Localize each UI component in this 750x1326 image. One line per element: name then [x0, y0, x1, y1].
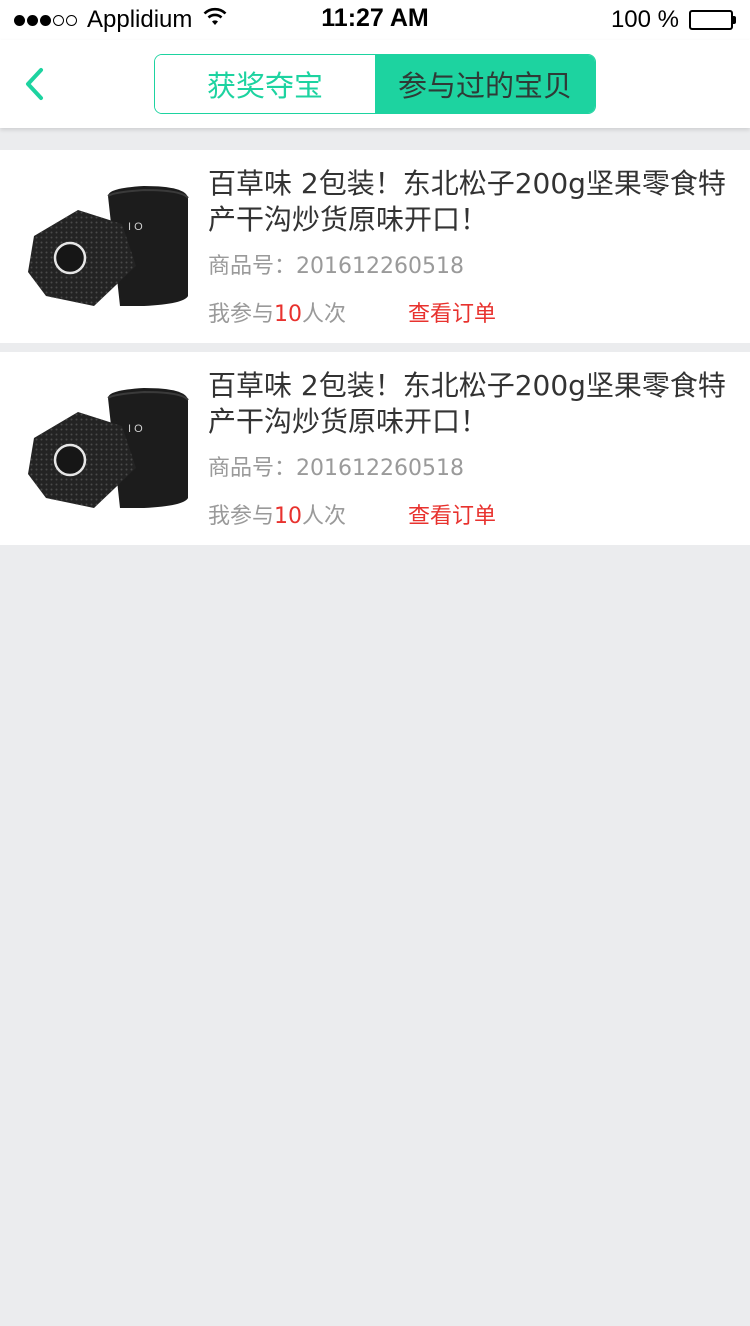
participation-info: 我参与 10 人次: [208, 296, 346, 328]
back-button[interactable]: [14, 62, 54, 106]
participation-list: I O 百草味 2包装！东北松子200g坚果零食特产干沟炒货原味开口！ 商品号：…: [0, 150, 750, 554]
product-code: 商品号：201612260518: [208, 248, 464, 280]
status-right: 100 %: [611, 6, 736, 34]
participation-count: 10: [274, 302, 303, 327]
product-title: 百草味 2包装！东北松子200g坚果零食特产干沟炒货原味开口！: [208, 167, 726, 236]
status-bar: Applidium 11:27 AM 100 %: [0, 0, 750, 40]
segmented-control: 获奖夺宝 参与过的宝贝: [154, 54, 596, 114]
participation-prefix: 我参与: [208, 302, 275, 327]
view-order-link[interactable]: 查看订单: [408, 296, 496, 328]
battery-percent: 100 %: [610, 6, 679, 33]
product-code: 商品号：201612260518: [208, 450, 464, 482]
view-order-link[interactable]: 查看订单: [408, 498, 496, 530]
participation-suffix: 人次: [302, 504, 347, 529]
list-item[interactable]: I O 百草味 2包装！东北松子200g坚果零食特产干沟炒货原味开口！ 商品号：…: [0, 150, 750, 343]
product-code-label: 商品号：: [208, 456, 297, 481]
participation-count: 10: [274, 504, 303, 529]
product-code-label: 商品号：: [208, 254, 297, 279]
product-title: 百草味 2包装！东北松子200g坚果零食特产干沟炒货原味开口！: [208, 369, 726, 438]
product-image: I O: [28, 186, 189, 306]
svg-text:I O: I O: [128, 221, 143, 233]
product-code-value: 201612260518: [296, 456, 464, 481]
chevron-left-icon: [26, 68, 43, 100]
product-code-value: 201612260518: [296, 254, 464, 279]
battery-icon: [689, 10, 736, 30]
participation-prefix: 我参与: [208, 504, 275, 529]
svg-text:I O: I O: [128, 423, 143, 435]
list-item[interactable]: I O 百草味 2包装！东北松子200g坚果零食特产干沟炒货原味开口！ 商品号：…: [0, 352, 750, 545]
tab-participated-items[interactable]: 参与过的宝贝: [375, 55, 595, 113]
nav-bar: 获奖夺宝 参与过的宝贝: [0, 40, 750, 128]
tab-won-prizes[interactable]: 获奖夺宝: [155, 55, 375, 113]
product-image: I O: [28, 388, 189, 508]
participation-suffix: 人次: [302, 302, 347, 327]
participation-info: 我参与 10 人次: [208, 498, 346, 530]
